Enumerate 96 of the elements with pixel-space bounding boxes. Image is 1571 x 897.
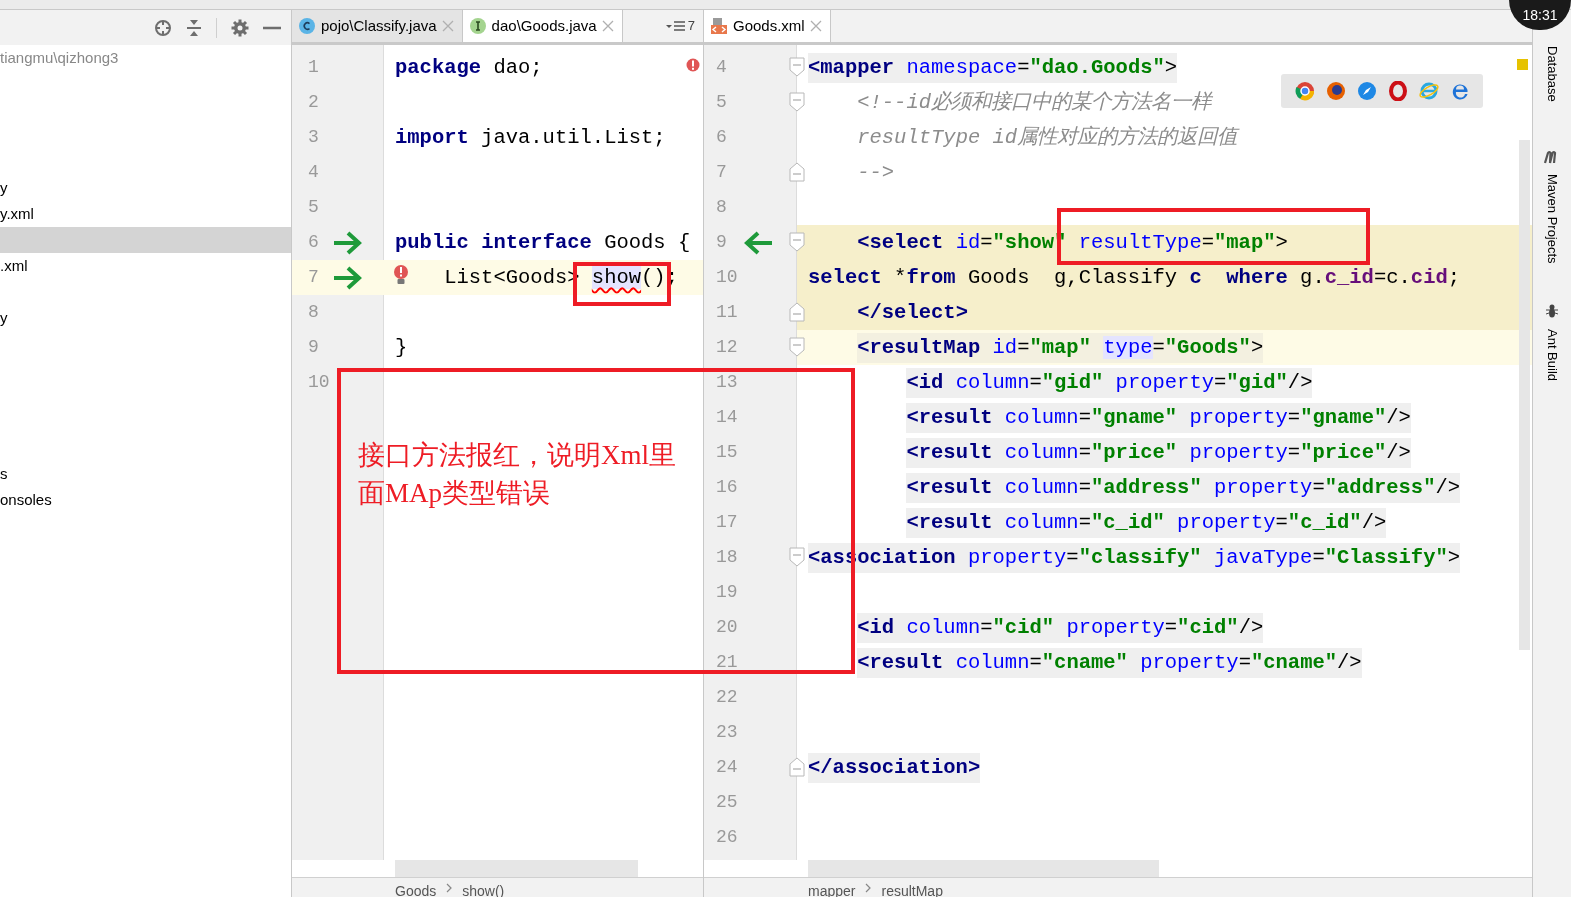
code-line: </select> <box>857 299 968 326</box>
breadcrumb-link[interactable]: Goods <box>395 876 437 897</box>
fold-marker-icon[interactable] <box>789 162 805 182</box>
editor-tab[interactable]: pojo\Classify.java <box>292 10 463 42</box>
collapse-icon[interactable] <box>186 18 202 37</box>
line-number: 13 <box>715 371 739 394</box>
lightbulb-icon[interactable] <box>393 264 409 286</box>
tree-item[interactable]: y <box>0 176 8 200</box>
code-line: <!--id必须和接口中的某个方法名一样 <box>857 89 1212 116</box>
warning-marker <box>1517 59 1528 70</box>
tree-row[interactable]: s <box>0 461 291 487</box>
error-icon[interactable] <box>686 58 700 72</box>
line-number: 9 <box>715 231 728 254</box>
line-number: 2 <box>307 91 320 114</box>
line-number: 18 <box>715 546 739 569</box>
ant-icon <box>1545 303 1559 320</box>
fold-marker-icon[interactable] <box>789 757 805 777</box>
line-number: 8 <box>715 196 728 219</box>
settings-icon[interactable] <box>231 18 249 37</box>
tree-row[interactable]: tiangmu\qizhong3 <box>0 45 291 71</box>
tool-window-button[interactable]: Maven Projects <box>1540 173 1564 264</box>
line-number: 10 <box>307 371 331 394</box>
line-number: 1 <box>307 56 320 79</box>
compass-icon[interactable] <box>1356 81 1377 101</box>
line-number: 21 <box>715 651 739 674</box>
line-number: 8 <box>307 301 320 324</box>
tab-overflow-button[interactable]: 7 <box>665 10 703 42</box>
fold-marker-icon[interactable] <box>789 92 805 112</box>
line-number: 15 <box>715 441 739 464</box>
line-number: 10 <box>715 266 739 289</box>
editor-tab[interactable]: dao\Goods.java <box>462 10 623 42</box>
browser-icon[interactable] <box>1325 81 1346 101</box>
line-number: 26 <box>715 826 739 849</box>
code-line: resultType id属性对应的方法的返回值 <box>857 124 1238 151</box>
line-number: 16 <box>715 476 739 499</box>
line-number: 14 <box>715 406 739 429</box>
line-number: 19 <box>715 581 739 604</box>
tree-row[interactable]: .xml <box>0 253 291 279</box>
tree-row[interactable]: y <box>0 175 291 201</box>
code-line: } <box>395 334 408 361</box>
line-number: 7 <box>307 266 320 289</box>
line-number: 4 <box>307 161 320 184</box>
code-line: public interface Goods { <box>395 229 691 256</box>
crosshair-icon[interactable] <box>154 18 172 37</box>
xml-file-icon <box>710 17 728 35</box>
code-line: package dao; <box>395 54 543 81</box>
minimize-icon[interactable] <box>263 25 281 30</box>
chevron-icon <box>865 882 872 893</box>
fold-marker-icon[interactable] <box>789 547 805 567</box>
line-number: 17 <box>715 511 739 534</box>
tree-row[interactable]: y.xml <box>0 201 291 227</box>
tree-item[interactable]: tiangmu\qizhong3 <box>0 46 119 70</box>
chevron-icon <box>446 882 453 893</box>
tree-item[interactable]: y.xml <box>0 202 34 226</box>
scrollbar-thumb[interactable] <box>1519 140 1530 650</box>
line-number: 7 <box>715 161 728 184</box>
code-line: import java.util.List; <box>395 124 666 151</box>
tree-row[interactable]: onsoles <box>0 487 291 513</box>
line-number: 5 <box>715 91 728 114</box>
line-number: 4 <box>715 56 728 79</box>
line-number: 6 <box>715 126 728 149</box>
tree-item[interactable]: onsoles <box>0 488 52 512</box>
line-number: 25 <box>715 791 739 814</box>
line-number: 6 <box>307 231 320 254</box>
line-number: 23 <box>715 721 739 744</box>
fold-marker-icon[interactable] <box>789 57 805 77</box>
tree-item[interactable]: .xml <box>0 254 28 278</box>
code-line: select *from Goods g,Classify c where g.c_id=c.cid; <box>808 264 1461 291</box>
list-icon <box>665 20 686 32</box>
tree-item[interactable]: y <box>0 306 8 330</box>
line-number: 9 <box>307 336 320 359</box>
scrollbar-thumb[interactable] <box>395 860 638 877</box>
class-icon <box>298 17 316 35</box>
fold-marker-icon[interactable] <box>789 232 805 252</box>
scrollbar-thumb[interactable] <box>808 860 1159 877</box>
line-number: 24 <box>715 756 739 779</box>
tool-window-button[interactable]: Database <box>1540 46 1564 102</box>
editor-tab[interactable]: Goods.xml <box>704 10 831 42</box>
annotation-text: 接口方法报红，说明Xml里面MAp类型错误 <box>358 439 677 510</box>
tree-row[interactable]: y <box>0 305 291 331</box>
line-number: 12 <box>715 336 739 359</box>
interface-icon <box>468 17 487 35</box>
fold-marker-icon[interactable] <box>789 337 805 357</box>
line-number: 5 <box>307 196 320 219</box>
close-icon[interactable] <box>601 20 614 32</box>
close-icon[interactable] <box>441 20 454 32</box>
line-number: 3 <box>307 126 320 149</box>
ring-icon[interactable] <box>1387 81 1408 101</box>
tool-window-button[interactable]: Ant Build <box>1540 329 1564 382</box>
tree-item[interactable]: s <box>0 462 8 486</box>
browser-icon[interactable] <box>1294 81 1315 101</box>
code-line: --> <box>857 159 895 186</box>
line-number: 22 <box>715 686 739 709</box>
close-icon[interactable] <box>809 20 822 32</box>
line-number: 20 <box>715 616 739 639</box>
line-number: 11 <box>715 301 739 324</box>
